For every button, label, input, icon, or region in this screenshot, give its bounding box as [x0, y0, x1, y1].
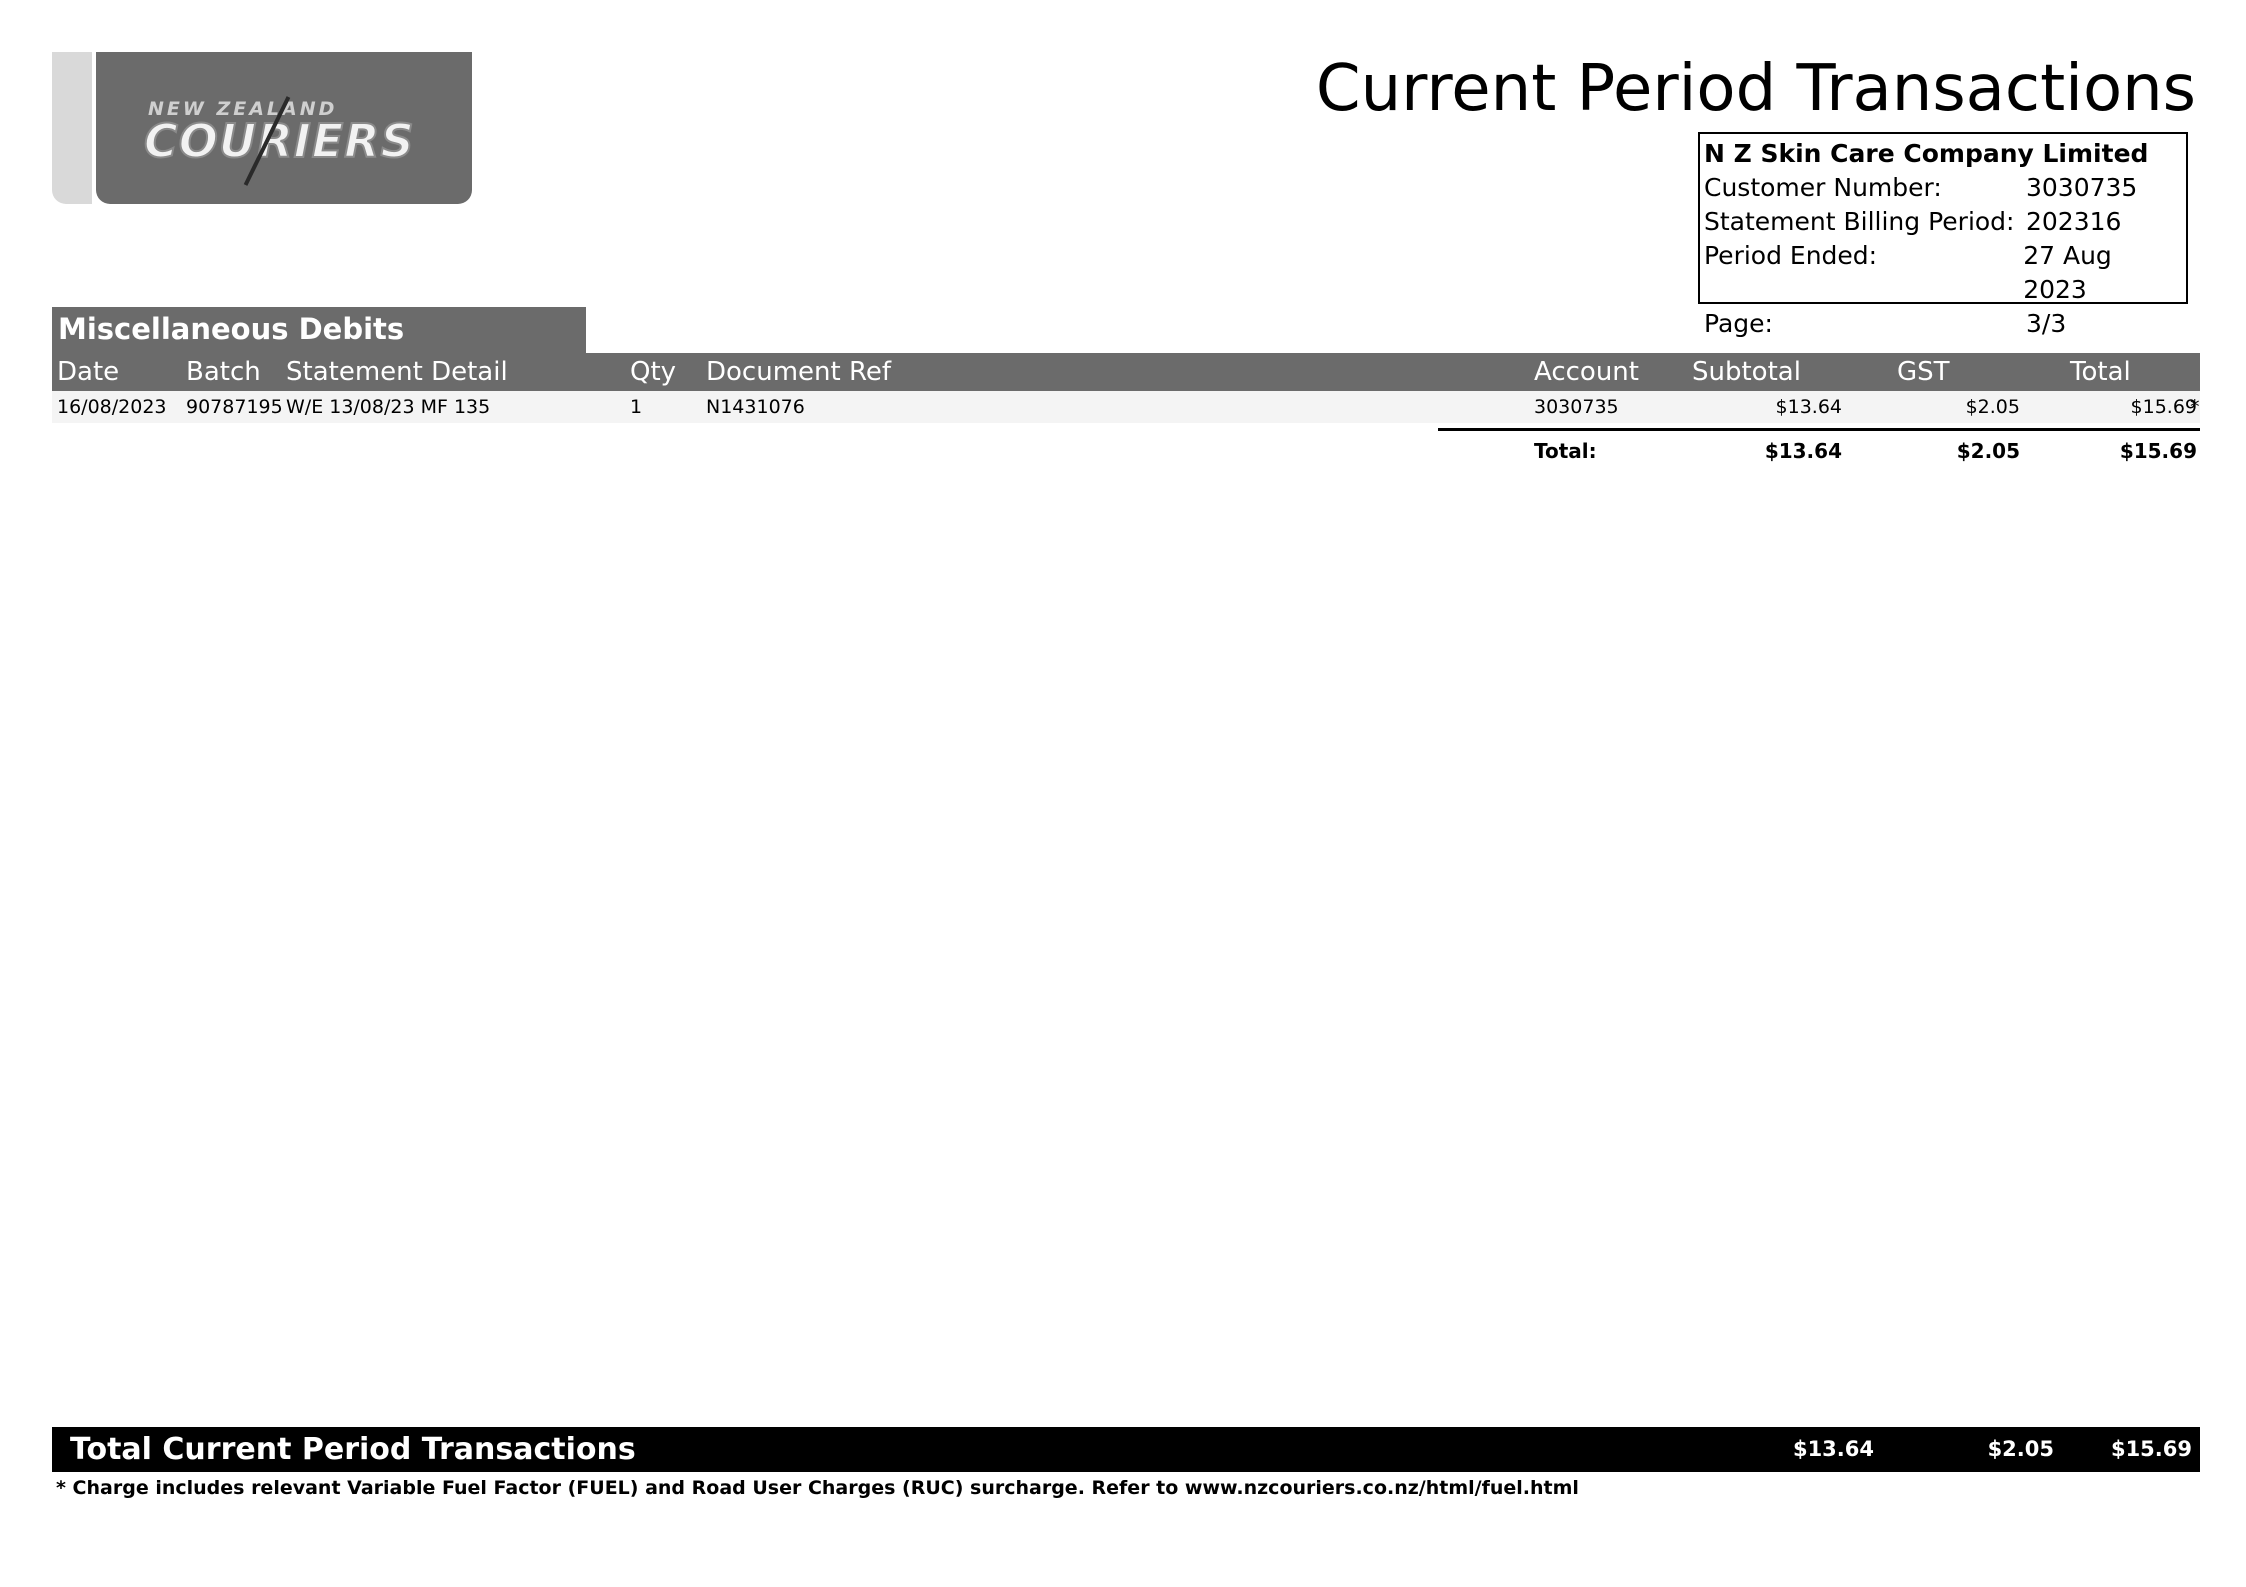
- grand-total-total: $15.69: [2110, 1437, 2192, 1461]
- cell-date: 16/08/2023: [57, 396, 167, 418]
- page-title: Current Period Transactions: [1315, 52, 2196, 126]
- grand-total-gst: $2.05: [1987, 1437, 2054, 1461]
- cell-account: 3030735: [1534, 396, 1619, 418]
- cell-detail: W/E 13/08/23 MF 135: [286, 396, 491, 418]
- total-total: $15.69: [2119, 439, 2197, 463]
- header-docref: Document Ref: [706, 357, 892, 387]
- section-total-row: Total: $13.64 $2.05 $15.69: [52, 436, 2200, 466]
- cell-subtotal: $13.64: [1775, 396, 1842, 418]
- header-gst: GST: [1897, 357, 1950, 387]
- grand-total-subtotal: $13.64: [1792, 1437, 1874, 1461]
- table-header: Date Batch Statement Detail Qty Document…: [52, 353, 2200, 391]
- header-qty: Qty: [630, 357, 677, 387]
- customer-name: N Z Skin Care Company Limited: [1704, 139, 2149, 168]
- info-label: Page:: [1704, 309, 1773, 338]
- section-title: Miscellaneous Debits: [52, 307, 586, 353]
- total-label: Total:: [1534, 439, 1597, 463]
- grand-total-label: Total Current Period Transactions: [70, 1432, 636, 1467]
- info-value: 202316: [2026, 207, 2122, 236]
- cell-gst: $2.05: [1965, 396, 2020, 418]
- grand-total-bar: Total Current Period Transactions $13.64…: [52, 1427, 2200, 1472]
- table-row: 16/08/2023 90787195 W/E 13/08/23 MF 135 …: [52, 391, 2200, 423]
- subtotal-divider: [1438, 428, 2200, 431]
- cell-batch: 90787195: [186, 396, 283, 418]
- cell-fuel-mark: *: [2190, 396, 2200, 418]
- cell-total: $15.69: [2130, 396, 2197, 418]
- info-row-page: Page: 3/3: [1704, 307, 2182, 341]
- cell-docref: N1431076: [706, 396, 805, 418]
- header-batch: Batch: [186, 357, 261, 387]
- info-row-billing-period: Statement Billing Period: 202316: [1704, 205, 2182, 239]
- info-value: 3/3: [2026, 309, 2067, 338]
- header-date: Date: [57, 357, 120, 387]
- info-value: 3030735: [2026, 173, 2138, 202]
- info-label: Period Ended:: [1704, 241, 1878, 270]
- company-logo: NEW ZEALAND COURIERS: [52, 52, 472, 204]
- customer-info-box: N Z Skin Care Company Limited Customer N…: [1698, 132, 2188, 338]
- info-label: Statement Billing Period:: [1704, 207, 2015, 236]
- fuel-footnote: * Charge includes relevant Variable Fuel…: [56, 1477, 1579, 1499]
- total-subtotal: $13.64: [1764, 439, 1842, 463]
- cell-qty: 1: [630, 396, 643, 418]
- info-row-period-ended: Period Ended: 27 Aug 2023: [1704, 239, 2182, 307]
- logo-side-tab: [52, 52, 92, 204]
- header-subtotal: Subtotal: [1692, 357, 1801, 387]
- logo-main-text: COURIERS: [143, 113, 415, 169]
- info-label: Customer Number:: [1704, 173, 1942, 202]
- header-total: Total: [2070, 357, 2131, 387]
- header-account: Account: [1534, 357, 1639, 387]
- info-value: 27 Aug 2023: [2023, 241, 2112, 304]
- info-row-customer-number: Customer Number: 3030735: [1704, 171, 2182, 205]
- header-detail: Statement Detail: [286, 357, 508, 387]
- total-gst: $2.05: [1956, 439, 2020, 463]
